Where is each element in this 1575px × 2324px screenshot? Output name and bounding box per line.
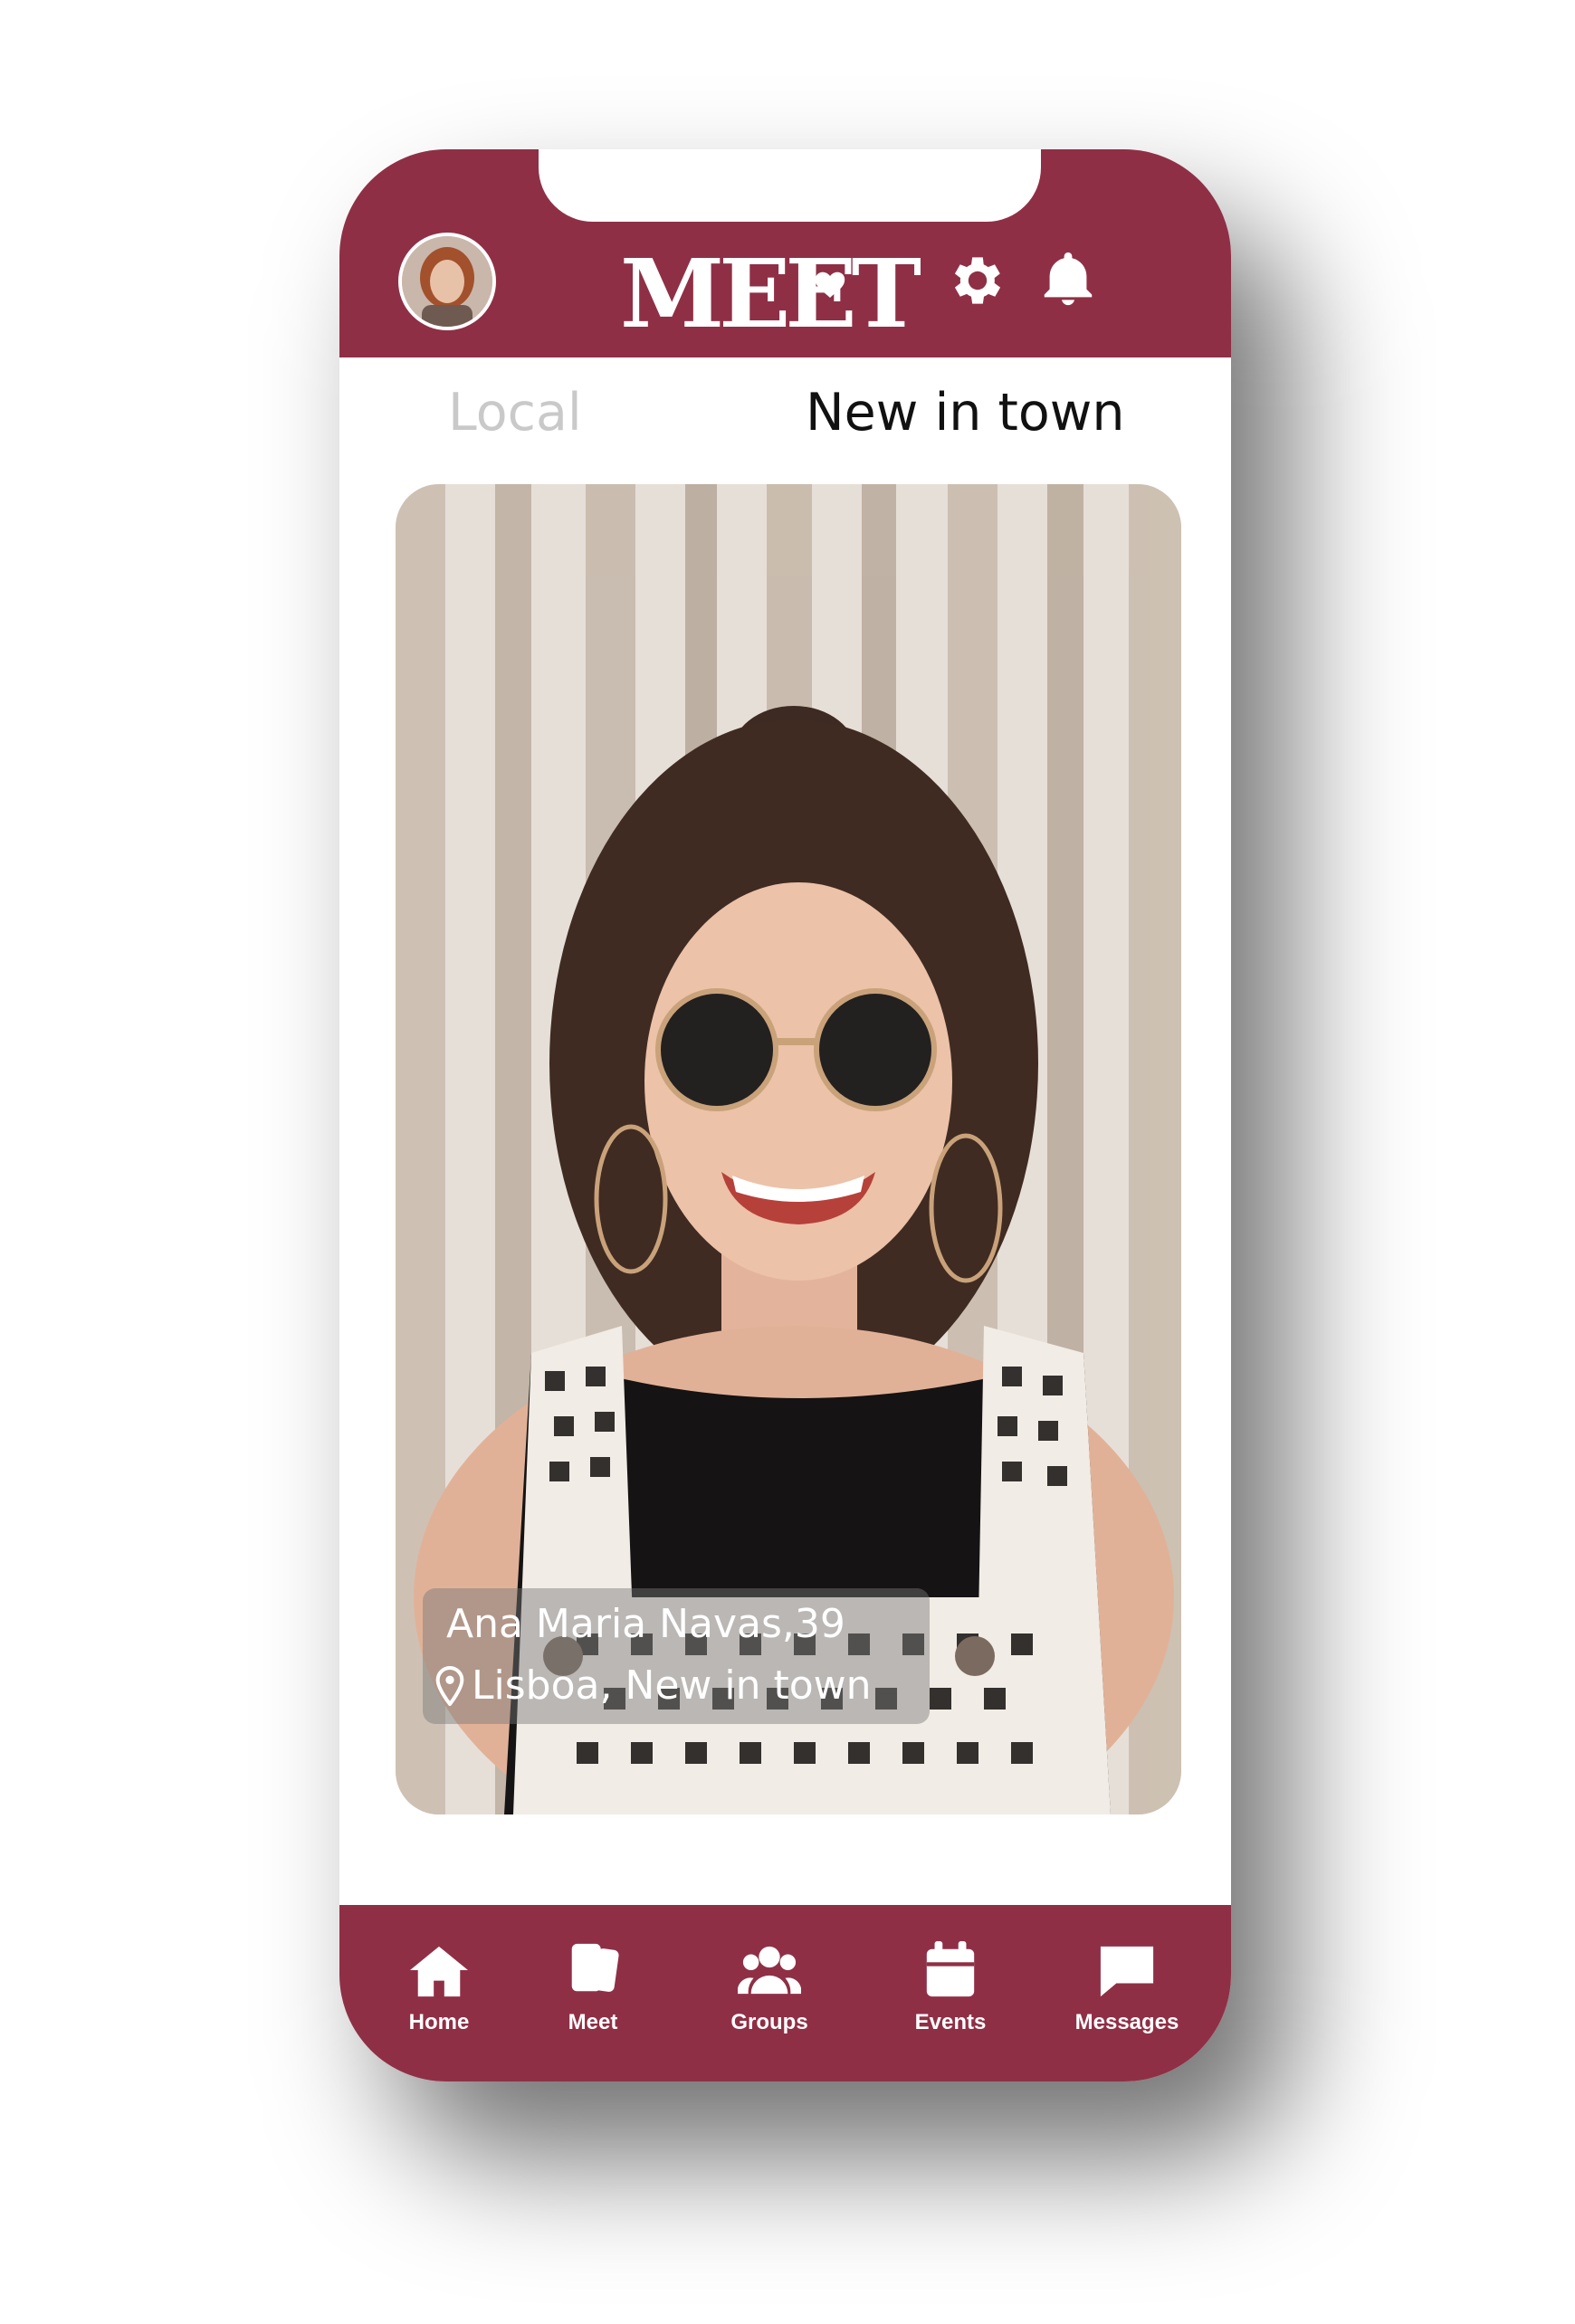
map-pin-icon (435, 1665, 464, 1706)
profile-name-age: Ana Maria Navas,39 (446, 1601, 845, 1647)
feed-tabs: Local New in town (339, 357, 1231, 457)
screen: MEET Local New in town Ana Maria Navas,3… (0, 0, 1575, 2324)
nav-home[interactable]: Home (362, 1941, 516, 2035)
nav-groups[interactable]: Groups (692, 1941, 846, 2035)
phone-notch (539, 149, 1041, 222)
meet-logo: MEET (620, 238, 927, 336)
profile-card[interactable]: Ana Maria Navas,39 Lisboa, New in town (396, 484, 1181, 1814)
nav-home-label: Home (408, 2010, 470, 2034)
nav-meet[interactable]: Meet (516, 1941, 670, 2035)
avatar-image (402, 236, 492, 327)
profile-info: Ana Maria Navas,39 Lisboa, New in town (423, 1588, 930, 1724)
profile-location-row: Lisboa, New in town (435, 1662, 872, 1709)
gear-icon[interactable] (946, 249, 1009, 312)
nav-events[interactable]: Events (873, 1941, 1027, 2035)
nav-groups-label: Groups (730, 2010, 808, 2034)
cards-icon (571, 1943, 619, 1992)
nav-meet-label: Meet (568, 2010, 618, 2034)
chat-icon (1100, 1946, 1154, 1997)
nav-events-label: Events (914, 2010, 987, 2034)
logo-text: MEET (620, 238, 921, 336)
phone-frame: MEET Local New in town Ana Maria Navas,3… (339, 149, 1231, 2081)
tab-local[interactable]: Local (448, 383, 582, 443)
home-icon (410, 1946, 468, 1997)
tab-new-in-town[interactable]: New in town (806, 383, 1125, 443)
bottom-navigation: Home Meet Groups Events Messages (339, 1905, 1231, 2081)
profile-location: Lisboa, New in town (472, 1662, 872, 1709)
people-icon (738, 1946, 801, 1995)
bell-icon[interactable] (1036, 247, 1100, 310)
app-header: MEET (339, 149, 1231, 357)
user-avatar[interactable] (398, 233, 496, 330)
nav-messages[interactable]: Messages (1050, 1941, 1204, 2035)
nav-messages-label: Messages (1074, 2010, 1179, 2034)
calendar-icon (926, 1941, 975, 1997)
